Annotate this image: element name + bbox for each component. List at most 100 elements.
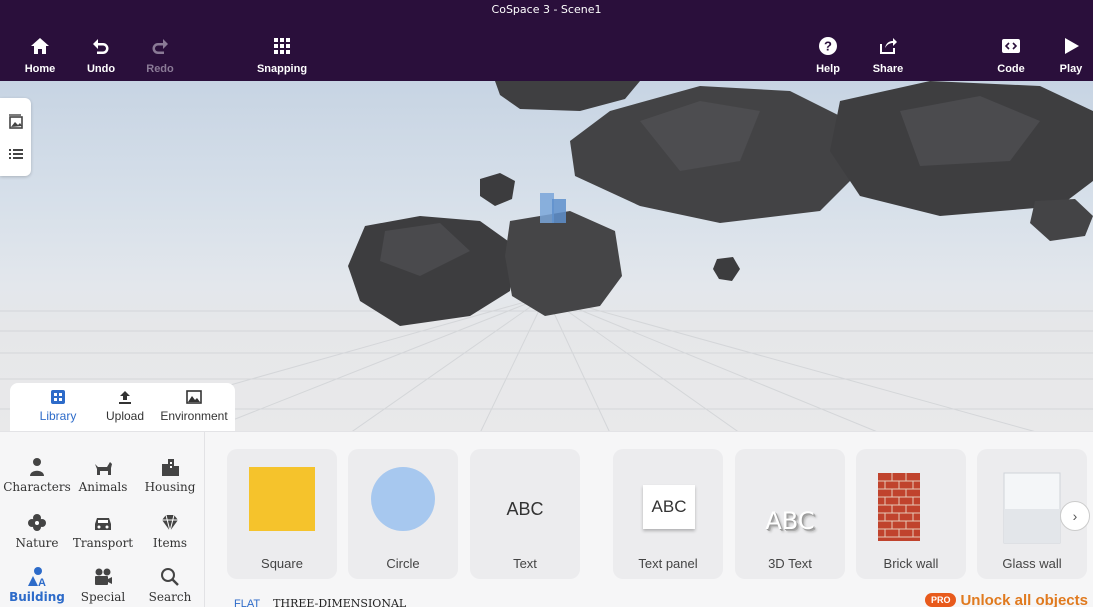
- tab-environment-label: Environment: [160, 409, 228, 423]
- category-housing[interactable]: Housing: [136, 456, 204, 494]
- video-camera-icon: [95, 568, 112, 585]
- mode-flat-option[interactable]: FLAT: [234, 598, 260, 607]
- item-circle[interactable]: Circle: [348, 449, 458, 579]
- grid-icon: [252, 36, 312, 60]
- pro-badge: PRO: [924, 593, 957, 607]
- item-3d-text[interactable]: ABC 3D Text: [735, 449, 845, 579]
- category-grid: Characters Animals Housing Nature Transp…: [0, 432, 205, 607]
- person-icon: [30, 458, 44, 476]
- item-text-panel[interactable]: ABC Text panel: [613, 449, 723, 579]
- floating-rocks: [348, 81, 1093, 326]
- text-thumbnail-label: ABC: [506, 499, 544, 519]
- redo-icon: [130, 36, 190, 60]
- item-glass-wall-label: Glass wall: [1002, 556, 1062, 571]
- tab-upload-label: Upload: [105, 409, 145, 423]
- square-thumbnail: [249, 467, 315, 531]
- upload-icon: [119, 391, 131, 404]
- item-square-label: Square: [261, 556, 303, 571]
- snapping-button[interactable]: Snapping: [252, 36, 312, 75]
- item-square[interactable]: Square: [227, 449, 337, 579]
- category-characters-label: Characters: [3, 480, 71, 494]
- category-search-label: Search: [148, 590, 192, 604]
- car-icon: [95, 518, 111, 530]
- category-housing-label: Housing: [144, 480, 196, 494]
- tab-library-label: Library: [39, 409, 77, 423]
- help-icon: ?: [798, 36, 858, 60]
- panel-tabs: Library Upload Environment: [10, 383, 235, 433]
- unlock-text: Unlock all objects: [960, 592, 1088, 607]
- home-label: Home: [24, 63, 56, 75]
- category-characters[interactable]: Characters: [3, 456, 71, 494]
- share-label: Share: [872, 63, 904, 75]
- play-label: Play: [1059, 63, 1083, 75]
- category-search[interactable]: Search: [136, 566, 204, 604]
- tab-environment[interactable]: Environment: [156, 389, 232, 423]
- flower-icon: [28, 514, 46, 531]
- gallery-icon[interactable]: [8, 114, 24, 130]
- item-circle-label: Circle: [386, 556, 420, 571]
- home-button[interactable]: Home: [10, 36, 70, 75]
- tab-upload[interactable]: Upload: [96, 389, 154, 423]
- search-icon: [161, 568, 179, 586]
- dog-icon: [95, 462, 112, 475]
- list-icon[interactable]: [8, 146, 24, 162]
- play-button[interactable]: Play: [1041, 36, 1093, 75]
- mode-toggle: FLAT THREE-DIMENSIONAL: [234, 597, 416, 607]
- code-label: Code: [997, 63, 1025, 75]
- category-items[interactable]: Items: [136, 512, 204, 550]
- category-animals[interactable]: Animals: [69, 456, 137, 494]
- item-text[interactable]: ABC Text: [470, 449, 580, 579]
- category-nature-label: Nature: [15, 536, 59, 550]
- help-label: Help: [816, 63, 840, 75]
- category-special[interactable]: Special: [69, 566, 137, 604]
- category-animals-label: Animals: [78, 480, 128, 494]
- building-blocks-icon: A: [28, 567, 46, 588]
- diamond-icon: [162, 514, 178, 532]
- svg-text:A: A: [38, 577, 46, 588]
- item-text-label: Text: [513, 556, 537, 571]
- undo-button[interactable]: Undo: [71, 36, 131, 75]
- undo-icon: [71, 36, 131, 60]
- code-button[interactable]: Code: [981, 36, 1041, 75]
- window-title: CoSpace 3 - Scene1: [491, 3, 602, 16]
- scene-render: [0, 81, 1093, 433]
- help-button[interactable]: ? Help: [798, 36, 858, 75]
- category-building[interactable]: A Building: [3, 566, 71, 604]
- home-icon: [10, 36, 70, 60]
- share-icon: [858, 36, 918, 60]
- selected-object[interactable]: [540, 193, 566, 223]
- circle-thumbnail: [371, 467, 435, 531]
- item-brick-wall-label: Brick wall: [883, 556, 939, 571]
- library-panel: Characters Animals Housing Nature Transp…: [0, 431, 1093, 607]
- mode-three-dimensional-option[interactable]: THREE-DIMENSIONAL: [273, 597, 406, 607]
- unlock-all-objects-link[interactable]: PRO Unlock all objects: [924, 592, 1088, 607]
- item-3d-text-label: 3D Text: [768, 556, 812, 571]
- snapping-label: Snapping: [256, 63, 308, 75]
- item-brick-wall[interactable]: Brick wall: [856, 449, 966, 579]
- text-panel-thumbnail-label: ABC: [651, 497, 687, 516]
- redo-label: Redo: [146, 63, 174, 75]
- side-tool-strip: [0, 98, 31, 176]
- undo-label: Undo: [86, 63, 116, 75]
- chevron-right-icon: ›: [1072, 508, 1078, 524]
- library-icon: [51, 390, 65, 404]
- tab-library[interactable]: Library: [28, 389, 88, 423]
- item-text-panel-label: Text panel: [638, 556, 698, 571]
- top-toolbar: CoSpace 3 - Scene1 Home Undo Redo Snappi…: [0, 0, 1093, 81]
- redo-button[interactable]: Redo: [130, 36, 190, 75]
- category-transport[interactable]: Transport: [69, 512, 137, 550]
- scene-viewport[interactable]: [0, 81, 1093, 433]
- play-icon: [1041, 36, 1093, 60]
- category-transport-label: Transport: [72, 536, 134, 550]
- code-icon: [981, 36, 1041, 60]
- buildings-icon: [162, 459, 179, 476]
- category-special-label: Special: [80, 590, 126, 604]
- next-arrow-button[interactable]: ›: [1060, 501, 1090, 531]
- text-thumbnail: ABC: [470, 449, 580, 549]
- share-button[interactable]: Share: [858, 36, 918, 75]
- category-building-label: Building: [9, 590, 65, 604]
- 3d-text-thumbnail-label: ABC: [765, 507, 815, 535]
- brick-wall-thumbnail: [878, 473, 920, 541]
- category-items-label: Items: [152, 536, 188, 550]
- category-nature[interactable]: Nature: [3, 512, 71, 550]
